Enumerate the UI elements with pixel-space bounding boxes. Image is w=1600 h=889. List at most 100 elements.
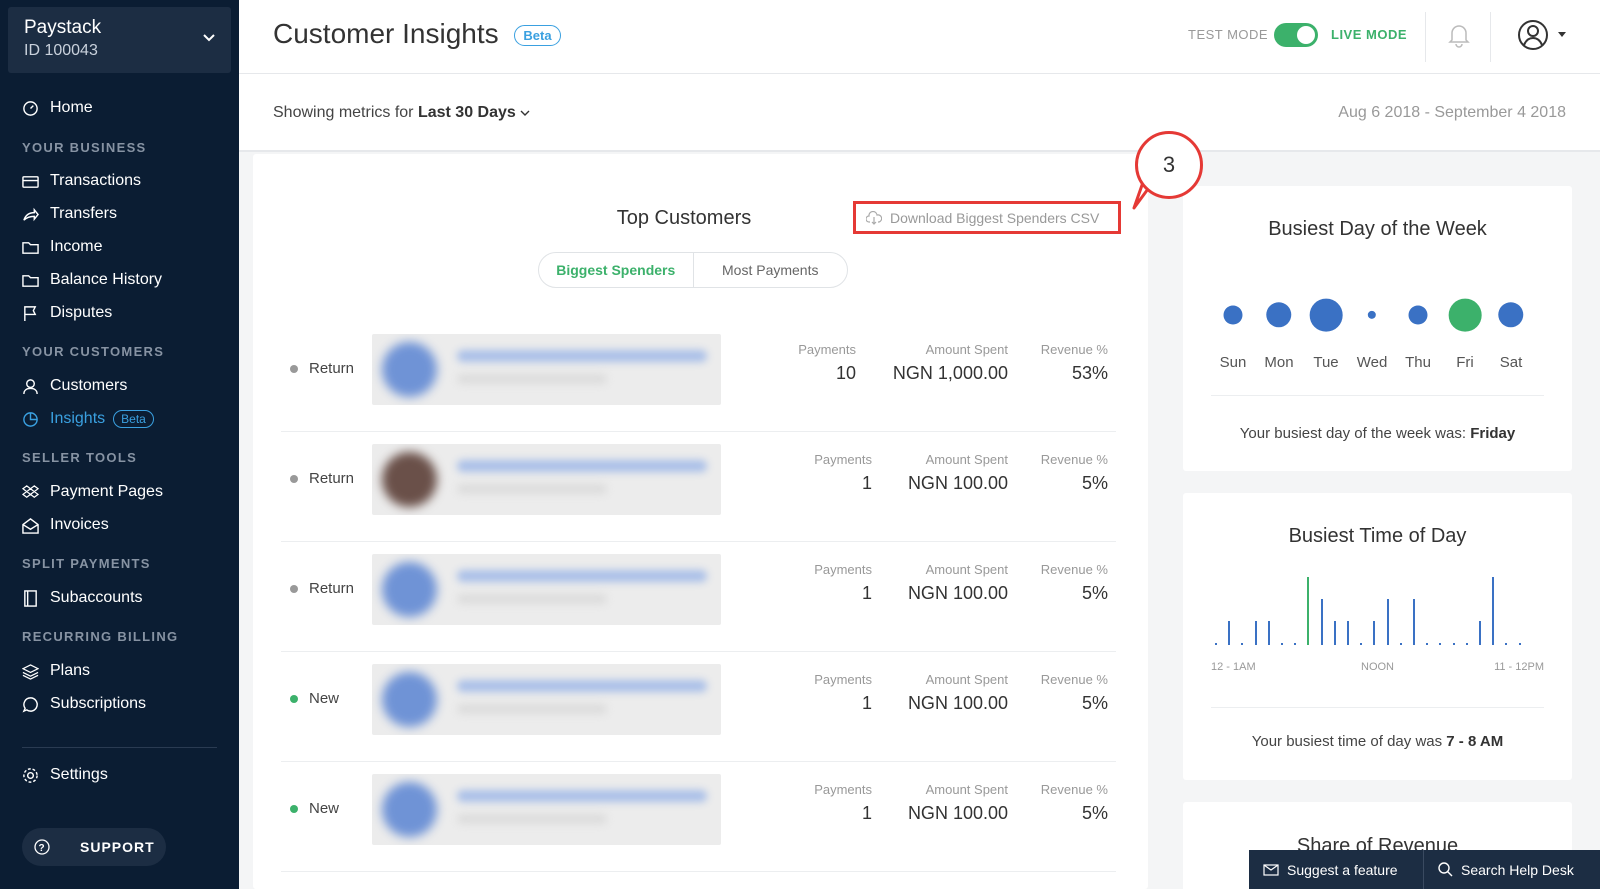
caret-down-icon[interactable] [1557, 31, 1567, 39]
customer-status: Return [290, 360, 354, 377]
table-row[interactable]: Return Payments 1 Amount Spent NGN 100.0… [281, 432, 1116, 542]
user-avatar-icon[interactable] [1517, 19, 1549, 51]
nav-transactions[interactable]: Transactions [22, 170, 141, 192]
customer-status: New [290, 690, 339, 707]
nav-customers-label: Customers [50, 377, 128, 394]
mode-toggle[interactable] [1274, 23, 1318, 47]
customer-identity-redacted [372, 664, 721, 735]
avatar [382, 672, 437, 727]
redacted-email [457, 704, 607, 714]
day-chart: Sun Mon Tue Wed Thu Fri Sat [1183, 294, 1572, 371]
suggest-feature-button[interactable]: Suggest a feature [1249, 850, 1424, 889]
date-range: Aug 6 2018 - September 4 2018 [1338, 104, 1566, 121]
user-icon [23, 378, 38, 394]
metrics-period: Last 30 Days [417, 104, 516, 121]
tab-most-payments[interactable]: Most Payments [694, 253, 848, 287]
nav-subaccounts-label: Subaccounts [50, 589, 143, 606]
gear-icon [23, 767, 38, 783]
nav-subaccounts[interactable]: Subaccounts [22, 587, 143, 609]
avatar [382, 782, 437, 837]
nav-disputes[interactable]: Disputes [22, 302, 112, 324]
nav-transfers[interactable]: Transfers [22, 203, 117, 225]
table-row[interactable]: Return Payments 10 Amount Spent NGN 1,00… [281, 322, 1116, 432]
nav-insights[interactable]: Insights Beta [22, 408, 154, 430]
customer-status: New [290, 800, 339, 817]
amount-column: Amount Spent NGN 1,000.00 [848, 342, 1008, 384]
help-bar: Suggest a feature Search Help Desk [1249, 850, 1600, 889]
nav-balance-history[interactable]: Balance History [22, 269, 162, 291]
account-name: Paystack [24, 17, 102, 38]
amount-column: Amount Spent NGN 100.00 [848, 452, 1008, 494]
revenue-value: 5% [1081, 693, 1108, 713]
redacted-email [457, 374, 607, 384]
revenue-column: Revenue % 5% [1008, 782, 1108, 824]
account-id: ID 100043 [24, 42, 98, 59]
top-bar: Customer Insights Beta TEST MODE LIVE MO… [239, 0, 1600, 74]
amount-value: NGN 100.00 [907, 693, 1008, 713]
amount-value: NGN 100.00 [907, 583, 1008, 603]
busiest-day-title: Busiest Day of the Week [1268, 218, 1487, 240]
payments-value: 10 [835, 363, 856, 383]
search-help-desk-label: Search Help Desk [1461, 861, 1574, 878]
nav-income[interactable]: Income [22, 236, 102, 258]
search-help-desk-button[interactable]: Search Help Desk [1424, 850, 1600, 889]
day-label: Wed [1356, 354, 1388, 371]
nav-home[interactable]: Home [22, 97, 93, 119]
nav-settings[interactable]: Settings [22, 764, 108, 786]
redacted-name [457, 790, 707, 802]
table-row[interactable]: Return Payments 1 Amount Spent NGN 100.0… [281, 542, 1116, 652]
hour-bar [1452, 642, 1455, 645]
busiest-day-value: Friday [1470, 425, 1516, 442]
nav-customers[interactable]: Customers [22, 375, 127, 397]
header-divider [1490, 12, 1491, 62]
nav-disputes-label: Disputes [50, 304, 113, 321]
day-label: Tue [1313, 354, 1339, 371]
envelope-icon [1263, 863, 1279, 876]
day-label: Thu [1405, 354, 1431, 371]
revenue-value: 5% [1081, 803, 1108, 823]
revenue-column: Revenue % 5% [1008, 672, 1108, 714]
busiest-time-summary: Your busiest time of day was 7 - 8 AM [1183, 733, 1572, 750]
chat-bubble-icon [22, 696, 38, 712]
flag-icon [24, 305, 37, 321]
redacted-name [457, 460, 707, 472]
folder-icon [22, 274, 39, 287]
day-label: Sun [1219, 354, 1247, 371]
suggest-feature-label: Suggest a feature [1287, 861, 1398, 878]
account-switcher[interactable]: Paystack ID 100043 [8, 7, 231, 73]
hour-bar [1347, 620, 1349, 645]
nav-invoices[interactable]: Invoices [22, 514, 109, 536]
avatar [382, 452, 437, 507]
revenue-label: Revenue % [1040, 782, 1108, 797]
hour-bar [1281, 642, 1283, 645]
nav-plans[interactable]: Plans [22, 660, 90, 682]
bell-icon[interactable] [1448, 22, 1470, 48]
amount-label: Amount Spent [925, 562, 1008, 577]
status-dot [290, 804, 298, 813]
hour-bar [1479, 620, 1481, 645]
tab-biggest-spenders[interactable]: Biggest Spenders [539, 253, 694, 287]
hour-bar [1320, 598, 1323, 645]
hour-bar [1399, 642, 1402, 645]
amount-label: Amount Spent [925, 672, 1008, 687]
section-recurring-billing: RECURRING BILLING [22, 629, 179, 644]
svg-text:?: ? [38, 843, 45, 854]
hour-bar [1373, 620, 1376, 645]
cloud-download-icon [866, 210, 882, 225]
envelope-open-icon [22, 517, 39, 534]
download-csv-button[interactable]: Download Biggest Spenders CSV [853, 201, 1121, 234]
support-button[interactable]: ? SUPPORT [22, 828, 166, 866]
redacted-name [457, 570, 707, 582]
revenue-value: 5% [1081, 473, 1108, 493]
busiest-time-value: 7 - 8 AM [1446, 733, 1504, 750]
dashboard-icon [23, 100, 38, 116]
nav-payment-pages-label: Payment Pages [50, 483, 163, 500]
table-row[interactable]: New Payments 1 Amount Spent NGN 100.00 R… [281, 762, 1116, 872]
hour-bar [1241, 642, 1244, 645]
nav-subscriptions[interactable]: Subscriptions [22, 693, 146, 715]
table-row[interactable]: New Payments 1 Amount Spent NGN 100.00 R… [281, 652, 1116, 762]
redacted-name [457, 680, 707, 692]
metrics-period-selector[interactable]: Showing metrics for Last 30 Days [273, 104, 530, 122]
status-label: Return [309, 360, 355, 377]
nav-payment-pages[interactable]: Payment Pages [22, 481, 163, 503]
